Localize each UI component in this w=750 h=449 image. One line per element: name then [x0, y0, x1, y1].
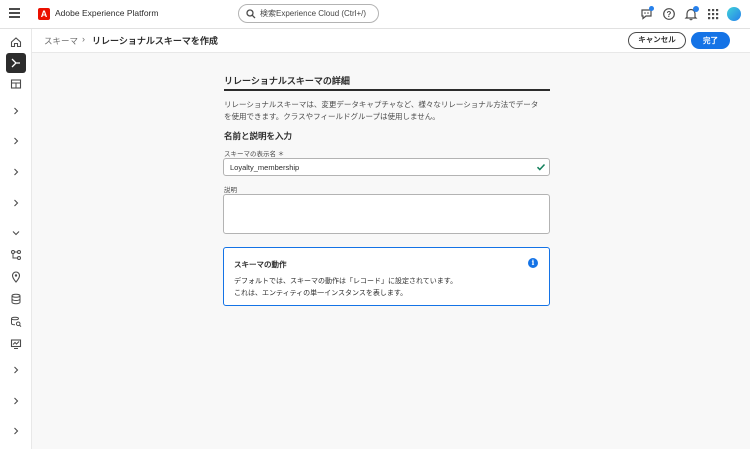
display-name-field[interactable]	[223, 158, 550, 176]
help-icon[interactable]: ?	[662, 7, 676, 21]
schema-icon[interactable]	[6, 53, 26, 73]
chevron-right-icon[interactable]	[6, 131, 26, 151]
menu-icon[interactable]	[9, 8, 20, 18]
header-bar: スキーマ › リレーショナルスキーマを作成 キャンセル 完了	[32, 29, 750, 53]
search-input[interactable]	[260, 7, 375, 20]
chevron-right-icon[interactable]	[6, 193, 26, 213]
database-icon[interactable]	[6, 289, 26, 309]
apps-grid-icon[interactable]	[706, 7, 720, 21]
adobe-logo-icon: A	[38, 8, 50, 20]
chevron-right-icon[interactable]	[6, 360, 26, 380]
chevron-down-icon[interactable]	[6, 223, 26, 243]
top-bar: A Adobe Experience Platform ?	[0, 0, 750, 29]
display-name-input[interactable]	[230, 161, 530, 173]
page-title: リレーショナルスキーマを作成	[92, 36, 218, 46]
chevron-right-icon[interactable]	[6, 421, 26, 441]
breadcrumb-schemas-link[interactable]: スキーマ	[44, 35, 78, 47]
checkmark-icon	[536, 163, 546, 171]
done-button[interactable]: 完了	[691, 32, 730, 49]
avatar[interactable]	[727, 7, 741, 21]
info-text-line2: これは、エンティティの単一インスタンスを表します。	[234, 290, 408, 297]
home-icon[interactable]	[6, 32, 26, 52]
search-box[interactable]	[238, 4, 379, 23]
section-heading: 名前と説明を入力	[224, 131, 293, 141]
panel-title: リレーショナルスキーマの詳細	[224, 76, 350, 86]
breadcrumb-separator: ›	[82, 34, 85, 44]
chevron-right-icon[interactable]	[6, 101, 26, 121]
location-icon[interactable]	[6, 267, 26, 287]
panel-description: リレーショナルスキーマは、変更データキャプチャなど、様々なリレーショナル方法でデ…	[224, 100, 539, 121]
search-icon	[246, 9, 256, 19]
info-text-line1: デフォルトでは、スキーマの動作は「レコード」に設定されています。	[234, 278, 458, 285]
workflow-icon[interactable]	[6, 245, 26, 265]
schema-behavior-info-box: スキーマの動作 i デフォルトでは、スキーマの動作は「レコード」に設定されていま…	[223, 247, 550, 306]
notifications-icon[interactable]	[684, 6, 699, 21]
data-search-icon[interactable]	[6, 312, 26, 332]
display-name-label: スキーマの表示名 ＊	[224, 151, 285, 158]
chevron-right-icon[interactable]	[6, 162, 26, 182]
info-title: スキーマの動作	[234, 260, 287, 269]
feedback-icon[interactable]	[640, 6, 654, 21]
panel-divider	[224, 89, 550, 91]
svg-text:?: ?	[667, 10, 672, 19]
app-title[interactable]: Adobe Experience Platform	[55, 8, 158, 18]
description-field[interactable]	[223, 194, 550, 234]
left-nav-rail	[0, 29, 32, 449]
cancel-button[interactable]: キャンセル	[628, 32, 686, 49]
description-label: 説明	[224, 187, 237, 194]
layout-icon[interactable]	[6, 74, 26, 94]
info-icon: i	[528, 258, 538, 268]
monitor-icon[interactable]	[6, 334, 26, 354]
description-textarea[interactable]	[224, 195, 549, 233]
chevron-right-icon[interactable]	[6, 391, 26, 411]
